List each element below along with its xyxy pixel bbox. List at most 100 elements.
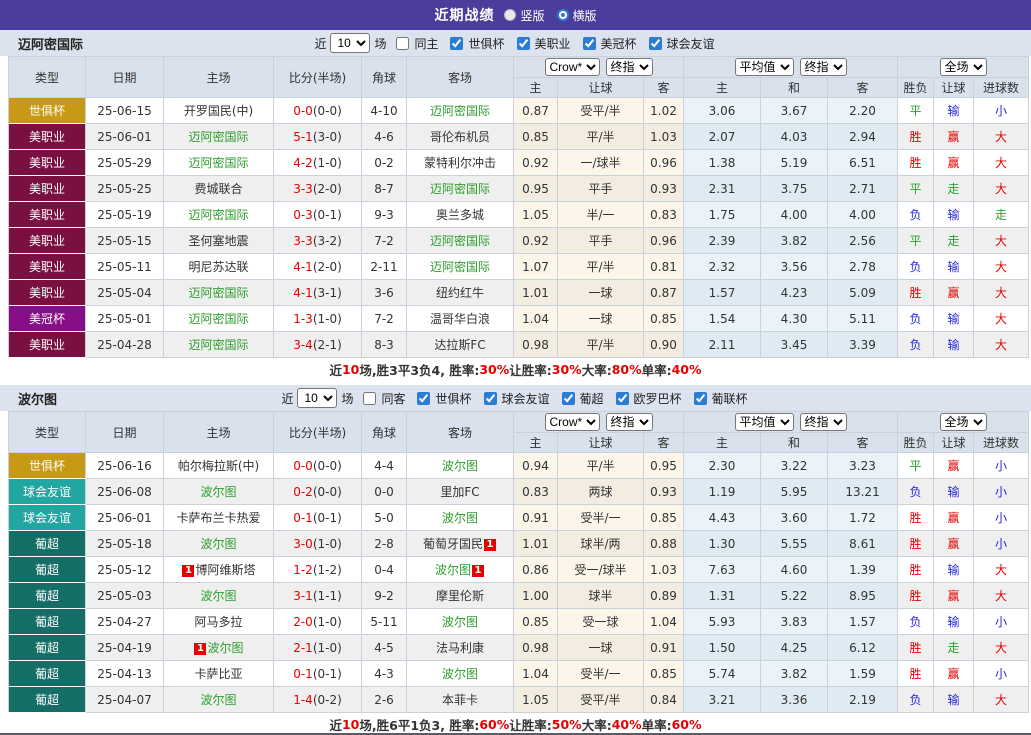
away-team-link[interactable]: 法马利康 xyxy=(436,641,484,655)
league-type-cell[interactable]: 葡超 xyxy=(9,687,86,713)
home-team-link[interactable]: 迈阿密国际 xyxy=(188,286,248,300)
league-filter-checkbox[interactable] xyxy=(562,392,575,405)
league-type-cell[interactable]: 美职业 xyxy=(9,176,86,202)
average-stage-select[interactable]: 终指 xyxy=(800,58,847,76)
result-handicap: 输 xyxy=(948,260,960,274)
away-team-link[interactable]: 波尔图 xyxy=(442,667,478,681)
home-team-link[interactable]: 明尼苏达联 xyxy=(188,260,248,274)
league-filter-checkbox[interactable] xyxy=(417,392,430,405)
home-team-link[interactable]: 迈阿密国际 xyxy=(188,208,248,222)
full-time-score: 4-2 xyxy=(293,156,313,170)
away-team-link[interactable]: 波尔图 xyxy=(442,459,478,473)
away-team-link[interactable]: 迈阿密国际 xyxy=(430,234,490,248)
away-team-link[interactable]: 达拉斯FC xyxy=(434,338,485,352)
away-team-link[interactable]: 迈阿密国际 xyxy=(430,182,490,196)
layout-option-vertical[interactable]: 竖版 xyxy=(504,7,544,24)
away-team-link[interactable]: 纽约红牛 xyxy=(436,286,484,300)
away-team-link[interactable]: 波尔图 xyxy=(435,563,471,577)
near-games-select[interactable]: 10 xyxy=(330,33,370,53)
away-team-link[interactable]: 摩里伦斯 xyxy=(436,589,484,603)
league-filter-checkbox[interactable] xyxy=(694,392,707,405)
result-cell: 小 xyxy=(974,531,1029,557)
league-filter-checkbox[interactable] xyxy=(583,37,596,50)
same-venue-checkbox[interactable] xyxy=(363,392,376,405)
league-type-cell[interactable]: 美职业 xyxy=(9,124,86,150)
away-team-link[interactable]: 蒙特利尔冲击 xyxy=(424,156,496,170)
league-type-cell[interactable]: 球会友谊 xyxy=(9,505,86,531)
league-filter-checkbox[interactable] xyxy=(517,37,530,50)
league-type-cell[interactable]: 世俱杯 xyxy=(9,98,86,124)
full-match-select[interactable]: 全场 xyxy=(940,413,987,431)
league-type-cell[interactable]: 美职业 xyxy=(9,254,86,280)
half-time-score: (2-0) xyxy=(313,182,342,196)
home-team-link[interactable]: 波尔图 xyxy=(200,537,236,551)
league-type-cell[interactable]: 美职业 xyxy=(9,150,86,176)
league-type-cell[interactable]: 葡超 xyxy=(9,661,86,687)
home-team-link[interactable]: 费城联合 xyxy=(194,182,242,196)
odds-home: 0.85 xyxy=(514,124,558,150)
home-team-link[interactable]: 卡萨比亚 xyxy=(194,667,242,681)
home-team-link[interactable]: 波尔图 xyxy=(200,485,236,499)
home-team-cell: 开罗国民(中) xyxy=(164,98,274,124)
average-select[interactable]: 平均值 xyxy=(735,413,794,431)
away-team-link[interactable]: 温哥华白浪 xyxy=(430,312,490,326)
home-team-link[interactable]: 阿马多拉 xyxy=(194,615,242,629)
league-type-cell[interactable]: 美冠杯 xyxy=(9,306,86,332)
away-team-link[interactable]: 奥兰多城 xyxy=(436,208,484,222)
home-team-link[interactable]: 迈阿密国际 xyxy=(188,338,248,352)
home-team-link[interactable]: 迈阿密国际 xyxy=(188,312,248,326)
league-type-cell[interactable]: 世俱杯 xyxy=(9,453,86,479)
league-type-cell[interactable]: 葡超 xyxy=(9,583,86,609)
away-team-link[interactable]: 哥伦布机员 xyxy=(430,130,490,144)
league-type-cell[interactable]: 葡超 xyxy=(9,557,86,583)
league-type-cell[interactable]: 美职业 xyxy=(9,332,86,358)
full-match-select[interactable]: 全场 xyxy=(940,58,987,76)
league-type-cell[interactable]: 葡超 xyxy=(9,609,86,635)
summary-segment: 场,胜6平1负3, 胜率: xyxy=(359,715,479,734)
home-team-link[interactable]: 迈阿密国际 xyxy=(188,156,248,170)
result-outcome: 胜 xyxy=(910,537,922,551)
odds-stage-select[interactable]: 终指 xyxy=(606,58,653,76)
away-team-link[interactable]: 迈阿密国际 xyxy=(430,260,490,274)
league-filter-checkbox[interactable] xyxy=(484,392,497,405)
away-team-link[interactable]: 葡萄牙国民 xyxy=(423,537,483,551)
home-team-link[interactable]: 卡萨布兰卡热爱 xyxy=(176,511,260,525)
league-filter-checkbox[interactable] xyxy=(649,37,662,50)
near-games-select[interactable]: 10 xyxy=(297,388,337,408)
home-team-link[interactable]: 圣何塞地震 xyxy=(188,234,248,248)
league-type-cell[interactable]: 葡超 xyxy=(9,635,86,661)
bookmaker-select[interactable]: Crow* xyxy=(545,413,600,431)
away-team-link[interactable]: 里加FC xyxy=(440,485,479,499)
league-type-cell[interactable]: 美职业 xyxy=(9,280,86,306)
layout-option-horizontal[interactable]: 横版 xyxy=(557,7,597,24)
away-team-link[interactable]: 波尔图 xyxy=(442,615,478,629)
away-team-cell: 迈阿密国际 xyxy=(407,176,514,202)
away-team-link[interactable]: 迈阿密国际 xyxy=(430,104,490,118)
result-handicap: 赢 xyxy=(948,537,960,551)
radio-selected-icon[interactable] xyxy=(557,9,569,21)
league-filter-checkbox[interactable] xyxy=(616,392,629,405)
league-type-cell[interactable]: 球会友谊 xyxy=(9,479,86,505)
result-outcome: 胜 xyxy=(910,286,922,300)
home-team-link[interactable]: 迈阿密国际 xyxy=(188,130,248,144)
result-goals: 大 xyxy=(995,286,1007,300)
home-team-link[interactable]: 博阿维斯塔 xyxy=(195,563,255,577)
games-label: 场 xyxy=(374,35,386,52)
radio-unselected-icon[interactable] xyxy=(504,9,516,21)
home-team-link[interactable]: 波尔图 xyxy=(200,589,236,603)
league-type-cell[interactable]: 美职业 xyxy=(9,228,86,254)
same-venue-checkbox[interactable] xyxy=(396,37,409,50)
average-select[interactable]: 平均值 xyxy=(735,58,794,76)
odds-stage-select[interactable]: 终指 xyxy=(606,413,653,431)
home-team-link[interactable]: 波尔图 xyxy=(207,641,243,655)
average-stage-select[interactable]: 终指 xyxy=(800,413,847,431)
league-filter-checkbox[interactable] xyxy=(450,37,463,50)
league-type-cell[interactable]: 美职业 xyxy=(9,202,86,228)
away-team-link[interactable]: 本菲卡 xyxy=(442,693,478,707)
league-type-cell[interactable]: 葡超 xyxy=(9,531,86,557)
home-team-link[interactable]: 开罗国民(中) xyxy=(184,104,253,118)
bookmaker-select[interactable]: Crow* xyxy=(545,58,600,76)
home-team-link[interactable]: 波尔图 xyxy=(200,693,236,707)
away-team-link[interactable]: 波尔图 xyxy=(442,511,478,525)
home-team-link[interactable]: 帕尔梅拉斯(中) xyxy=(178,459,259,473)
